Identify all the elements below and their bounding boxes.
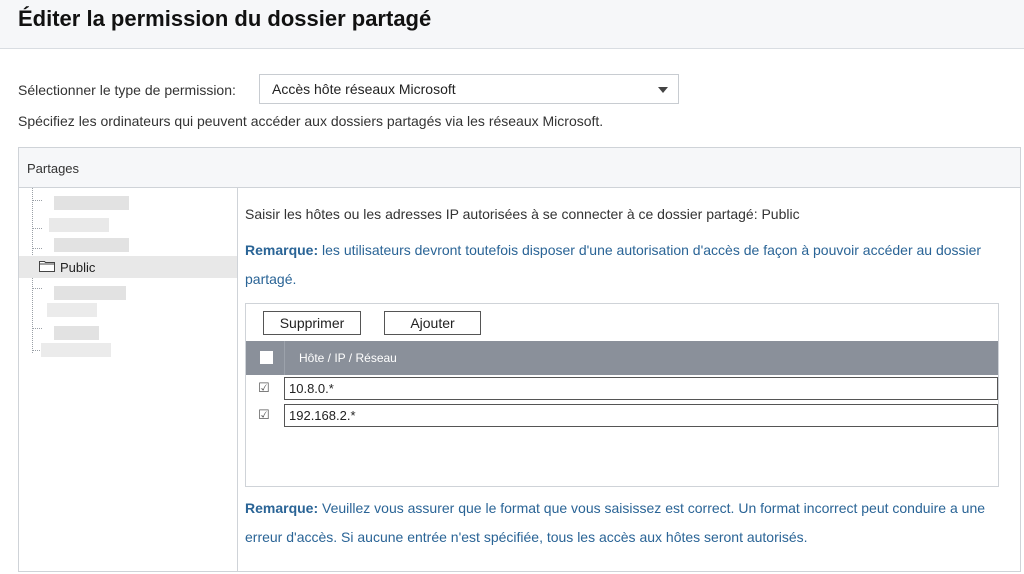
tree-connector [32, 248, 42, 249]
permission-type-row: Sélectionner le type de permission: [18, 75, 258, 105]
host-input[interactable]: 10.8.0.* [284, 377, 998, 400]
permission-type-select[interactable]: Accès hôte réseaux Microsoft [259, 74, 679, 104]
remark-prefix: Remarque: [245, 242, 319, 258]
tree-item-label: Public [60, 260, 96, 275]
tree-item-redacted[interactable] [49, 218, 109, 232]
remark-permission: Remarque: les utilisateurs devront toute… [245, 236, 995, 294]
remark-text: Veuillez vous assurer que le format que … [245, 500, 986, 545]
shares-panel: Partages Public Saisir les hôtes ou les … [18, 147, 1021, 572]
hosts-table-container: Supprimer Ajouter Hôte / IP / Réseau ☑ 1… [245, 303, 999, 487]
hosts-hint: Saisir les hôtes ou les adresses IP auto… [245, 206, 800, 222]
tree-item-public[interactable]: Public [19, 256, 237, 278]
host-input[interactable]: 192.168.2.* [284, 404, 998, 427]
permission-type-selected-value: Accès hôte réseaux Microsoft [272, 81, 456, 97]
tree-item-redacted[interactable] [54, 326, 99, 340]
shares-panel-header: Partages [19, 148, 1020, 188]
page-title: Éditer la permission du dossier partagé [18, 6, 432, 31]
shares-tree: Public [19, 188, 238, 572]
delete-button[interactable]: Supprimer [263, 311, 361, 335]
select-all-checkbox[interactable] [260, 351, 273, 364]
remark-format: Remarque: Veuillez vous assurer que le f… [245, 494, 995, 552]
remark-prefix: Remarque: [245, 500, 319, 516]
tree-item-redacted[interactable] [47, 303, 97, 317]
hosts-table-header: Hôte / IP / Réseau [246, 341, 998, 375]
row-checkbox[interactable]: ☑ [258, 381, 272, 395]
row-checkbox[interactable]: ☑ [258, 408, 272, 422]
column-header-host: Hôte / IP / Réseau [299, 351, 397, 365]
tree-connector [32, 288, 42, 289]
permission-type-label: Sélectionner le type de permission: [18, 82, 236, 98]
chevron-down-icon [658, 87, 668, 93]
folder-icon [39, 261, 55, 272]
add-button[interactable]: Ajouter [384, 311, 481, 335]
tree-item-redacted[interactable] [54, 238, 129, 252]
table-row: ☑ 10.8.0.* [246, 376, 998, 402]
tree-connector [32, 328, 42, 329]
tree-item-redacted[interactable] [41, 343, 111, 357]
table-row: ☑ 192.168.2.* [246, 403, 998, 429]
shares-panel-title: Partages [27, 161, 80, 176]
tree-connector [32, 228, 42, 229]
remark-text: les utilisateurs devront toutefois dispo… [245, 242, 982, 287]
column-divider [284, 341, 285, 375]
dialog-header: Éditer la permission du dossier partagé [0, 0, 1024, 49]
permission-description: Spécifiez les ordinateurs qui peuvent ac… [18, 113, 604, 129]
tree-connector [32, 200, 42, 201]
tree-item-redacted[interactable] [54, 286, 126, 300]
tree-item-redacted[interactable] [54, 196, 129, 210]
